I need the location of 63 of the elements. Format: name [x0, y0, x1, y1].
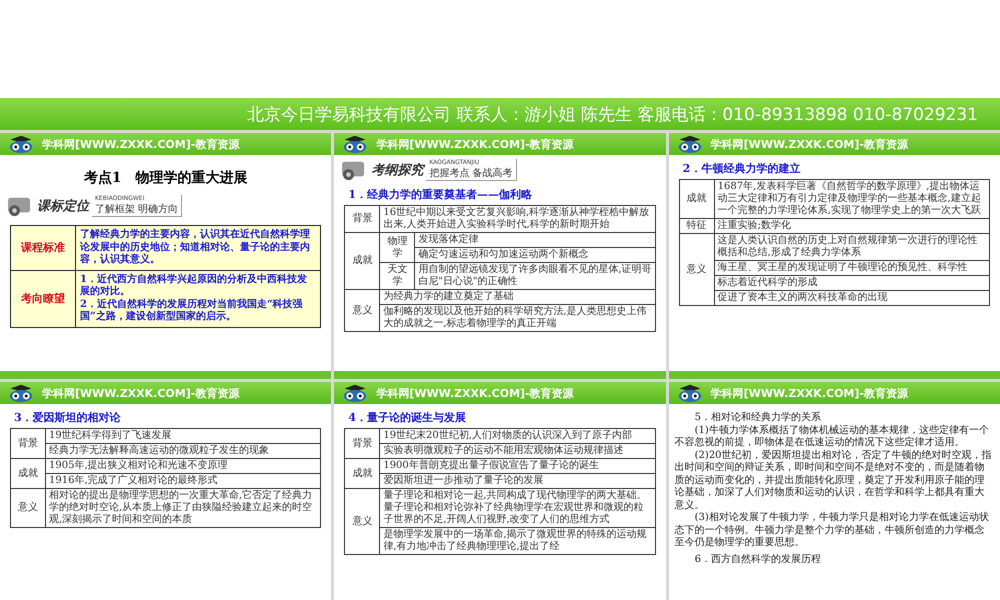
table-cell: 伽利略的发现以及他开始的科学研究方法,是人类思想史上伟大的成就之一,标志着物理学的真正开端 — [380, 304, 656, 332]
table-cell: 1687年,发表科学巨著《自然哲学的数学原理》,提出物体运动三大定律和万有引力定律及物理学的一些基本概念,建立起一个完整的力学理论体系,实现了物理学史上的第一次大飞跃 — [714, 180, 990, 218]
table-cell: 19世纪科学得到了飞速发展 — [46, 428, 321, 444]
table-cell: 量子理论和相对论一起,共同构成了现代物理学的两大基础。量子理论和相对论弥补了经典物理学在宏观世界和微观的粒子世界的不足,开阔人们视野,改变了人们的思维方式 — [380, 488, 656, 528]
site-title: 学科网[WWW.ZXXK.COM]-教育资源 — [376, 386, 574, 400]
site-title: 学科网[WWW.ZXXK.COM]-教育资源 — [710, 136, 908, 152]
table-cell: 发现落体定律 — [414, 232, 656, 248]
table-cell: 19世纪末20世纪初,人们对物质的认识深入到了原子内部 — [380, 428, 656, 444]
table-cell: 为经典力学的建立奠定了基础 — [380, 290, 656, 304]
table-cell: 促进了资本主义的两次科技革命的出现 — [714, 290, 990, 306]
table-cell: 实验表明微观粒子的运动不能用宏观物体运动规律描述 — [380, 444, 656, 458]
table-cell: 天文学 — [380, 262, 415, 290]
table-text: 了解经典力学的主要内容，认识其在近代自然科学理论发展中的历史地位；知道相对论、量子论的主要内容，认识其意义。 — [80, 229, 311, 266]
table-cell: 16世纪中期以来受文艺复兴影响,科学逐渐从神学桎梏中解放出来,人类开始进入实验科学时代,科学的新时期开始 — [380, 206, 656, 232]
table-cell: 成就 — [344, 458, 380, 488]
contact-text: 北京今日学易科技有限公司 联系人：游小姐 陈先生 客服电话：010-89313898 010-87029231 — [247, 104, 978, 126]
table-cell: 背景 — [10, 428, 46, 458]
paragraph: (3)相对论发展了牛顿力学，牛顿力学只是相对论力学在低速运动状态下的一个特例。牛顿力学是整个力学的基础，牛顿所创造的力学概念至今仍是物理学的重要思想。 — [674, 512, 990, 550]
section-heading: 4．量子论的诞生与发展 — [348, 410, 467, 425]
table-cell: 意义 — [344, 290, 380, 332]
section-heading: 2．牛顿经典力学的建立 — [682, 161, 802, 176]
slide-title: 考点1 物理学的重大进展 — [82, 169, 249, 187]
table-cell: 相对论的提出是物理学思想的一次重大革命,它否定了经典力学的绝对时空论,从本质上修正了由狭隘经验建立起来的时空观,深刻揭示了时间和空间的本质 — [46, 488, 321, 528]
section-heading: 3．爱因斯坦的相对论 — [14, 410, 122, 425]
section-heading: 1．经典力学的重要奠基者——伽利略 — [348, 187, 533, 202]
badge-title: 考纲探究 — [371, 162, 424, 179]
section-heading: 5．相对论和经典力学的关系 — [694, 412, 822, 424]
site-title: 学科网[WWW.ZXXK.COM]-教育资源 — [42, 136, 240, 152]
table-cell: 用自制的望远镜发现了许多肉眼看不见的星体,证明哥白尼"日心说"的正确性 — [414, 262, 656, 290]
table-cell: 标志着近代科学的形成 — [714, 276, 990, 290]
table-cell: 确定匀速运动和匀加速运动两个新概念 — [414, 248, 656, 262]
table-cell: 是物理学发展中的一场革命,揭示了微观世界的特殊的运动规律,有力地冲击了经典物理理论,提出了经 — [380, 528, 656, 554]
table-cell: 成就 — [10, 458, 46, 488]
table-cell: 意义 — [679, 234, 714, 306]
badge-title: 课标定位 — [37, 198, 89, 215]
table-cell: 特征 — [679, 218, 714, 234]
table-text: 1．近代西方自然科学兴起原因的分析及中西科技发展的对比。 — [80, 274, 308, 298]
table-cell: 注重实验;数学化 — [714, 218, 990, 234]
table-cell: 经典力学无法解释高速运动的微观粒子发生的现象 — [46, 444, 321, 458]
table-cell: 背景 — [344, 206, 380, 232]
badge-motto: 了解框架 明确方向 — [95, 202, 178, 216]
table-cell: 1905年,提出狭义相对论和光速不变原理 — [46, 458, 321, 474]
table-cell: 爱因斯坦进一步推动了量子论的发展 — [380, 474, 656, 488]
table-text: 2．近代自然科学的发展历程对当前我国走“科技强国”之路，建设创新型国家的启示。 — [80, 298, 304, 324]
table-cell: 物理学 — [380, 232, 415, 262]
table-cell: 背景 — [344, 428, 380, 458]
table-cell: 意义 — [10, 488, 46, 528]
table-cell: 这是人类认识自然的历史上对自然规律第一次进行的理论性概括和总结,形成了经典力学体系 — [714, 234, 990, 260]
table-cell: 考向瞭望 — [10, 270, 76, 327]
table-cell: 1900年普朗克提出量子假说宣告了量子论的诞生 — [380, 458, 656, 474]
table-cell: 课程标准 — [10, 226, 76, 270]
site-title: 学科网[WWW.ZXXK.COM]-教育资源 — [710, 386, 908, 400]
site-title: 学科网[WWW.ZXXK.COM]-教育资源 — [42, 386, 240, 400]
table-cell: 意义 — [344, 488, 380, 554]
site-title: 学科网[WWW.ZXXK.COM]-教育资源 — [376, 136, 574, 152]
paragraph: (1)牛顿力学体系概括了物体机械运动的基本规律，这些定律有一个不容忽视的前提，即物体是在低速运动的情况下这些定律才适用。 — [674, 424, 990, 450]
paragraph: (2)20世纪初，爱因斯坦提出相对论，否定了牛顿的绝对时空观，指出时间和空间的辩证关系，即时间和空间不是绝对不变的，而是随着物质的运动而变化的，并提出质能转化原理，奠定了开发利用原子能的理论基础，加深了人们对物质和运动的认识，在哲学和科学上都具有重大意义。 — [674, 450, 993, 512]
section-heading: 6．西方自然科学的发展历程 — [694, 554, 822, 566]
table-cell: 1916年,完成了广义相对论的最终形式 — [46, 474, 321, 488]
table-cell: 海王星、冥王星的发现证明了牛顿理论的预见性、科学性 — [714, 260, 990, 276]
table-cell: 成就 — [679, 180, 714, 218]
badge-motto: 把握考点 备战高考 — [429, 166, 513, 180]
table-cell: 成就 — [344, 232, 380, 290]
